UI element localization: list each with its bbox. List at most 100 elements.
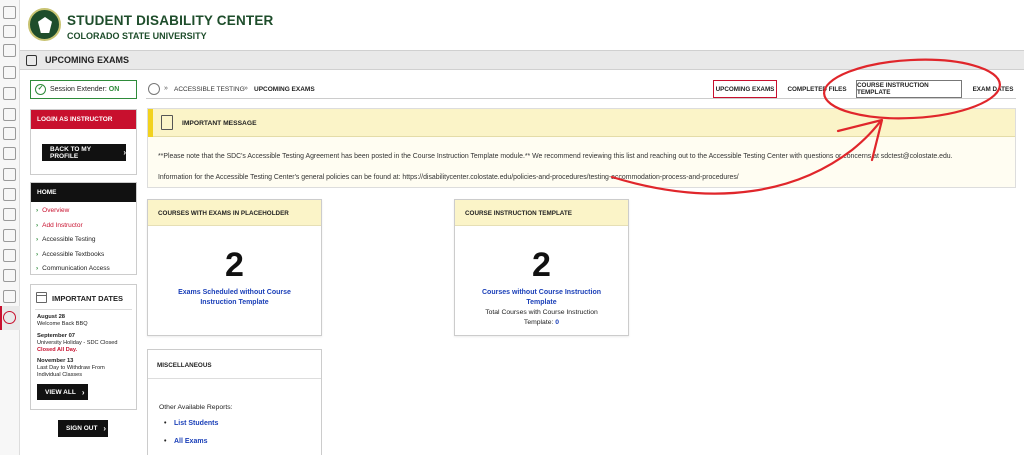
nav-item-label: Accessible Testing — [42, 236, 96, 243]
view-all-label: VIEW ALL — [45, 388, 76, 396]
add-user-icon[interactable] — [3, 44, 16, 57]
calendar-icon — [36, 292, 47, 303]
link-text: Exams Scheduled without Course — [178, 289, 291, 296]
calendar-icon[interactable] — [3, 66, 16, 79]
link-text: Instruction Template — [200, 299, 269, 306]
session-state: ON — [108, 86, 120, 93]
expand-icon[interactable] — [3, 188, 16, 201]
date-entry: September 07 University Holiday - SDC Cl… — [37, 333, 118, 354]
back-to-profile-label: BACK TO MY PROFILE — [50, 145, 91, 160]
important-dates-card: IMPORTANT DATES August 28 Welcome Back B… — [30, 284, 137, 410]
other-reports-label: Other Available Reports: — [159, 404, 233, 411]
breadcrumb-accessible-testing[interactable]: ACCESSIBLE TESTING — [174, 86, 245, 93]
chevron-right-icon: › — [123, 148, 126, 157]
chevron-right-icon: › — [103, 424, 107, 433]
users-icon[interactable] — [3, 25, 16, 38]
all-exams-link[interactable]: All Exams — [164, 438, 208, 445]
exams-without-template-link[interactable]: Exams Scheduled without Course Instructi… — [148, 288, 321, 308]
report-icon[interactable] — [3, 269, 16, 282]
placeholder-count: 2 — [225, 246, 244, 284]
collapse-icon[interactable] — [26, 55, 37, 66]
message-header: IMPORTANT MESSAGE — [148, 109, 1015, 137]
chevron-right-icon: › — [36, 250, 39, 258]
home-icon[interactable] — [148, 83, 160, 95]
date-description: Welcome Back BBQ — [37, 321, 88, 327]
chat-icon[interactable] — [3, 229, 16, 242]
message-accent-bar — [148, 109, 153, 137]
breadcrumb-separator: » — [244, 85, 248, 92]
divider — [148, 378, 321, 379]
home-nav-header: HOME — [31, 183, 136, 202]
back-to-profile-button[interactable]: BACK TO MY PROFILE › — [42, 144, 126, 161]
chevron-right-icon: › — [36, 265, 39, 272]
nav-item-label: Overview — [42, 207, 70, 214]
file-icon[interactable] — [3, 208, 16, 221]
divider — [35, 309, 132, 310]
chevron-right-icon: › — [36, 236, 39, 243]
nav-item-label: Accessible Textbooks — [42, 250, 105, 258]
message-line-1: **Please note that the SDC's Accessible … — [158, 153, 953, 160]
book-icon[interactable] — [3, 127, 16, 140]
miscellaneous-card: MISCELLANEOUS Other Available Reports: L… — [147, 349, 322, 455]
sign-out-button[interactable]: SIGN OUT › — [58, 420, 108, 437]
nav-item-accessible-textbooks[interactable]: › Accessible Textbooks — [36, 251, 136, 266]
message-title: IMPORTANT MESSAGE — [182, 120, 257, 127]
link-text: Courses without Course Instruction — [481, 289, 601, 296]
session-extender[interactable]: ✓ Session Extender: ON — [30, 80, 137, 99]
tab-upcoming-exams[interactable]: UPCOMING EXAMS — [713, 80, 777, 98]
date-entry: November 13 Last Day to Withdraw From In… — [37, 358, 105, 379]
total-label: Total Courses with Course Instruction — [485, 309, 598, 316]
divider — [146, 98, 1016, 99]
chevron-right-icon: › — [36, 221, 39, 229]
login-as-instructor-card: LOGIN AS INSTRUCTOR BACK TO MY PROFILE › — [30, 109, 137, 175]
list-students-link[interactable]: List Students — [164, 420, 218, 427]
document-icon[interactable] — [3, 108, 16, 121]
date-label: September 07 — [37, 333, 76, 339]
site-subtitle: COLORADO STATE UNIVERSITY — [67, 31, 207, 41]
date-description: Individual Classes — [37, 372, 83, 378]
site-title: STUDENT DISABILITY CENTER — [67, 13, 274, 28]
message-line-2: Information for the Accessible Testing C… — [158, 174, 739, 181]
page-title-bar: UPCOMING EXAMS — [20, 50, 1024, 70]
nav-item-label: Communication Access — [42, 265, 110, 272]
sign-out-label: SIGN OUT — [66, 425, 98, 432]
page-title: UPCOMING EXAMS — [45, 55, 130, 65]
important-message: IMPORTANT MESSAGE **Please note that the… — [147, 108, 1016, 188]
nav-item-overview[interactable]: › Overview — [36, 207, 136, 222]
list-icon[interactable] — [3, 87, 16, 100]
course-instruction-template-card: COURSE INSTRUCTION TEMPLATE 2 Courses wi… — [454, 199, 629, 336]
check-icon: ✓ — [35, 84, 46, 95]
nav-item-accessible-testing[interactable]: › Accessible Testing — [36, 236, 136, 251]
dashboard-icon[interactable] — [3, 6, 16, 19]
chevron-right-icon: › — [36, 207, 39, 214]
courses-in-placeholder-card: COURSES WITH EXAMS IN PLACEHOLDER 2 Exam… — [147, 199, 322, 336]
card-header: COURSE INSTRUCTION TEMPLATE — [455, 200, 628, 226]
courses-without-template-link[interactable]: Courses without Course Instruction Templ… — [455, 288, 628, 308]
nav-item-add-instructor[interactable]: › Add Instructor — [36, 222, 136, 237]
tab-exam-dates[interactable]: EXAM DATES — [970, 80, 1016, 98]
date-description: University Holiday - SDC Closed — [37, 340, 118, 346]
important-dates-header: IMPORTANT DATES — [52, 294, 123, 303]
tab-completed-files[interactable]: COMPLETED FILES — [786, 80, 848, 98]
csu-logo[interactable] — [28, 8, 61, 41]
login-card-header: LOGIN AS INSTRUCTOR — [31, 110, 136, 129]
video-icon[interactable] — [3, 290, 16, 303]
tab-course-instruction-template[interactable]: COURSE INSTRUCTION TEMPLATE — [856, 80, 962, 98]
date-label: August 28 — [37, 314, 66, 320]
session-label: Session Extender: — [50, 86, 109, 93]
files-icon[interactable] — [3, 249, 16, 262]
view-all-button[interactable]: VIEW ALL › — [37, 384, 88, 400]
breadcrumb-separator: » — [164, 85, 168, 92]
date-label: November 13 — [37, 358, 74, 364]
document-icon — [161, 115, 173, 130]
site-header: STUDENT DISABILITY CENTER COLORADO STATE… — [20, 0, 1024, 50]
hand-icon[interactable] — [3, 147, 16, 160]
building-icon[interactable] — [3, 168, 16, 181]
date-note: Closed All Day. — [37, 347, 78, 353]
logout-icon[interactable] — [3, 311, 16, 324]
date-description: Last Day to Withdraw From — [37, 365, 105, 371]
nav-item-communication-access[interactable]: › Communication Access — [36, 265, 136, 280]
chevron-right-icon: › — [81, 387, 85, 397]
nav-item-label: Add Instructor — [42, 221, 83, 229]
total-value[interactable]: 0 — [555, 319, 559, 326]
